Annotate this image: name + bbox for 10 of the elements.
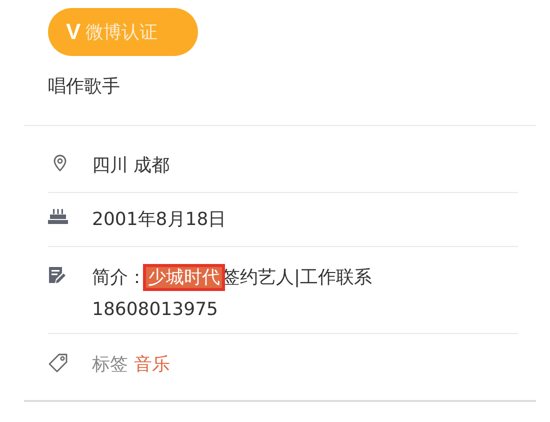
location-text: 四川 成都 (92, 154, 170, 178)
profile-description: 唱作歌手 (48, 75, 121, 98)
tag-link[interactable]: 音乐 (134, 349, 170, 381)
verified-badge: V 微博认证 (48, 8, 198, 56)
location-pin-icon (52, 154, 68, 172)
tag-icon (48, 353, 68, 373)
birthday-text: 2001年8月18日 (92, 208, 226, 232)
cake-icon (48, 208, 68, 224)
edit-note-icon (48, 266, 66, 284)
tags-label: 标签 (92, 353, 128, 377)
